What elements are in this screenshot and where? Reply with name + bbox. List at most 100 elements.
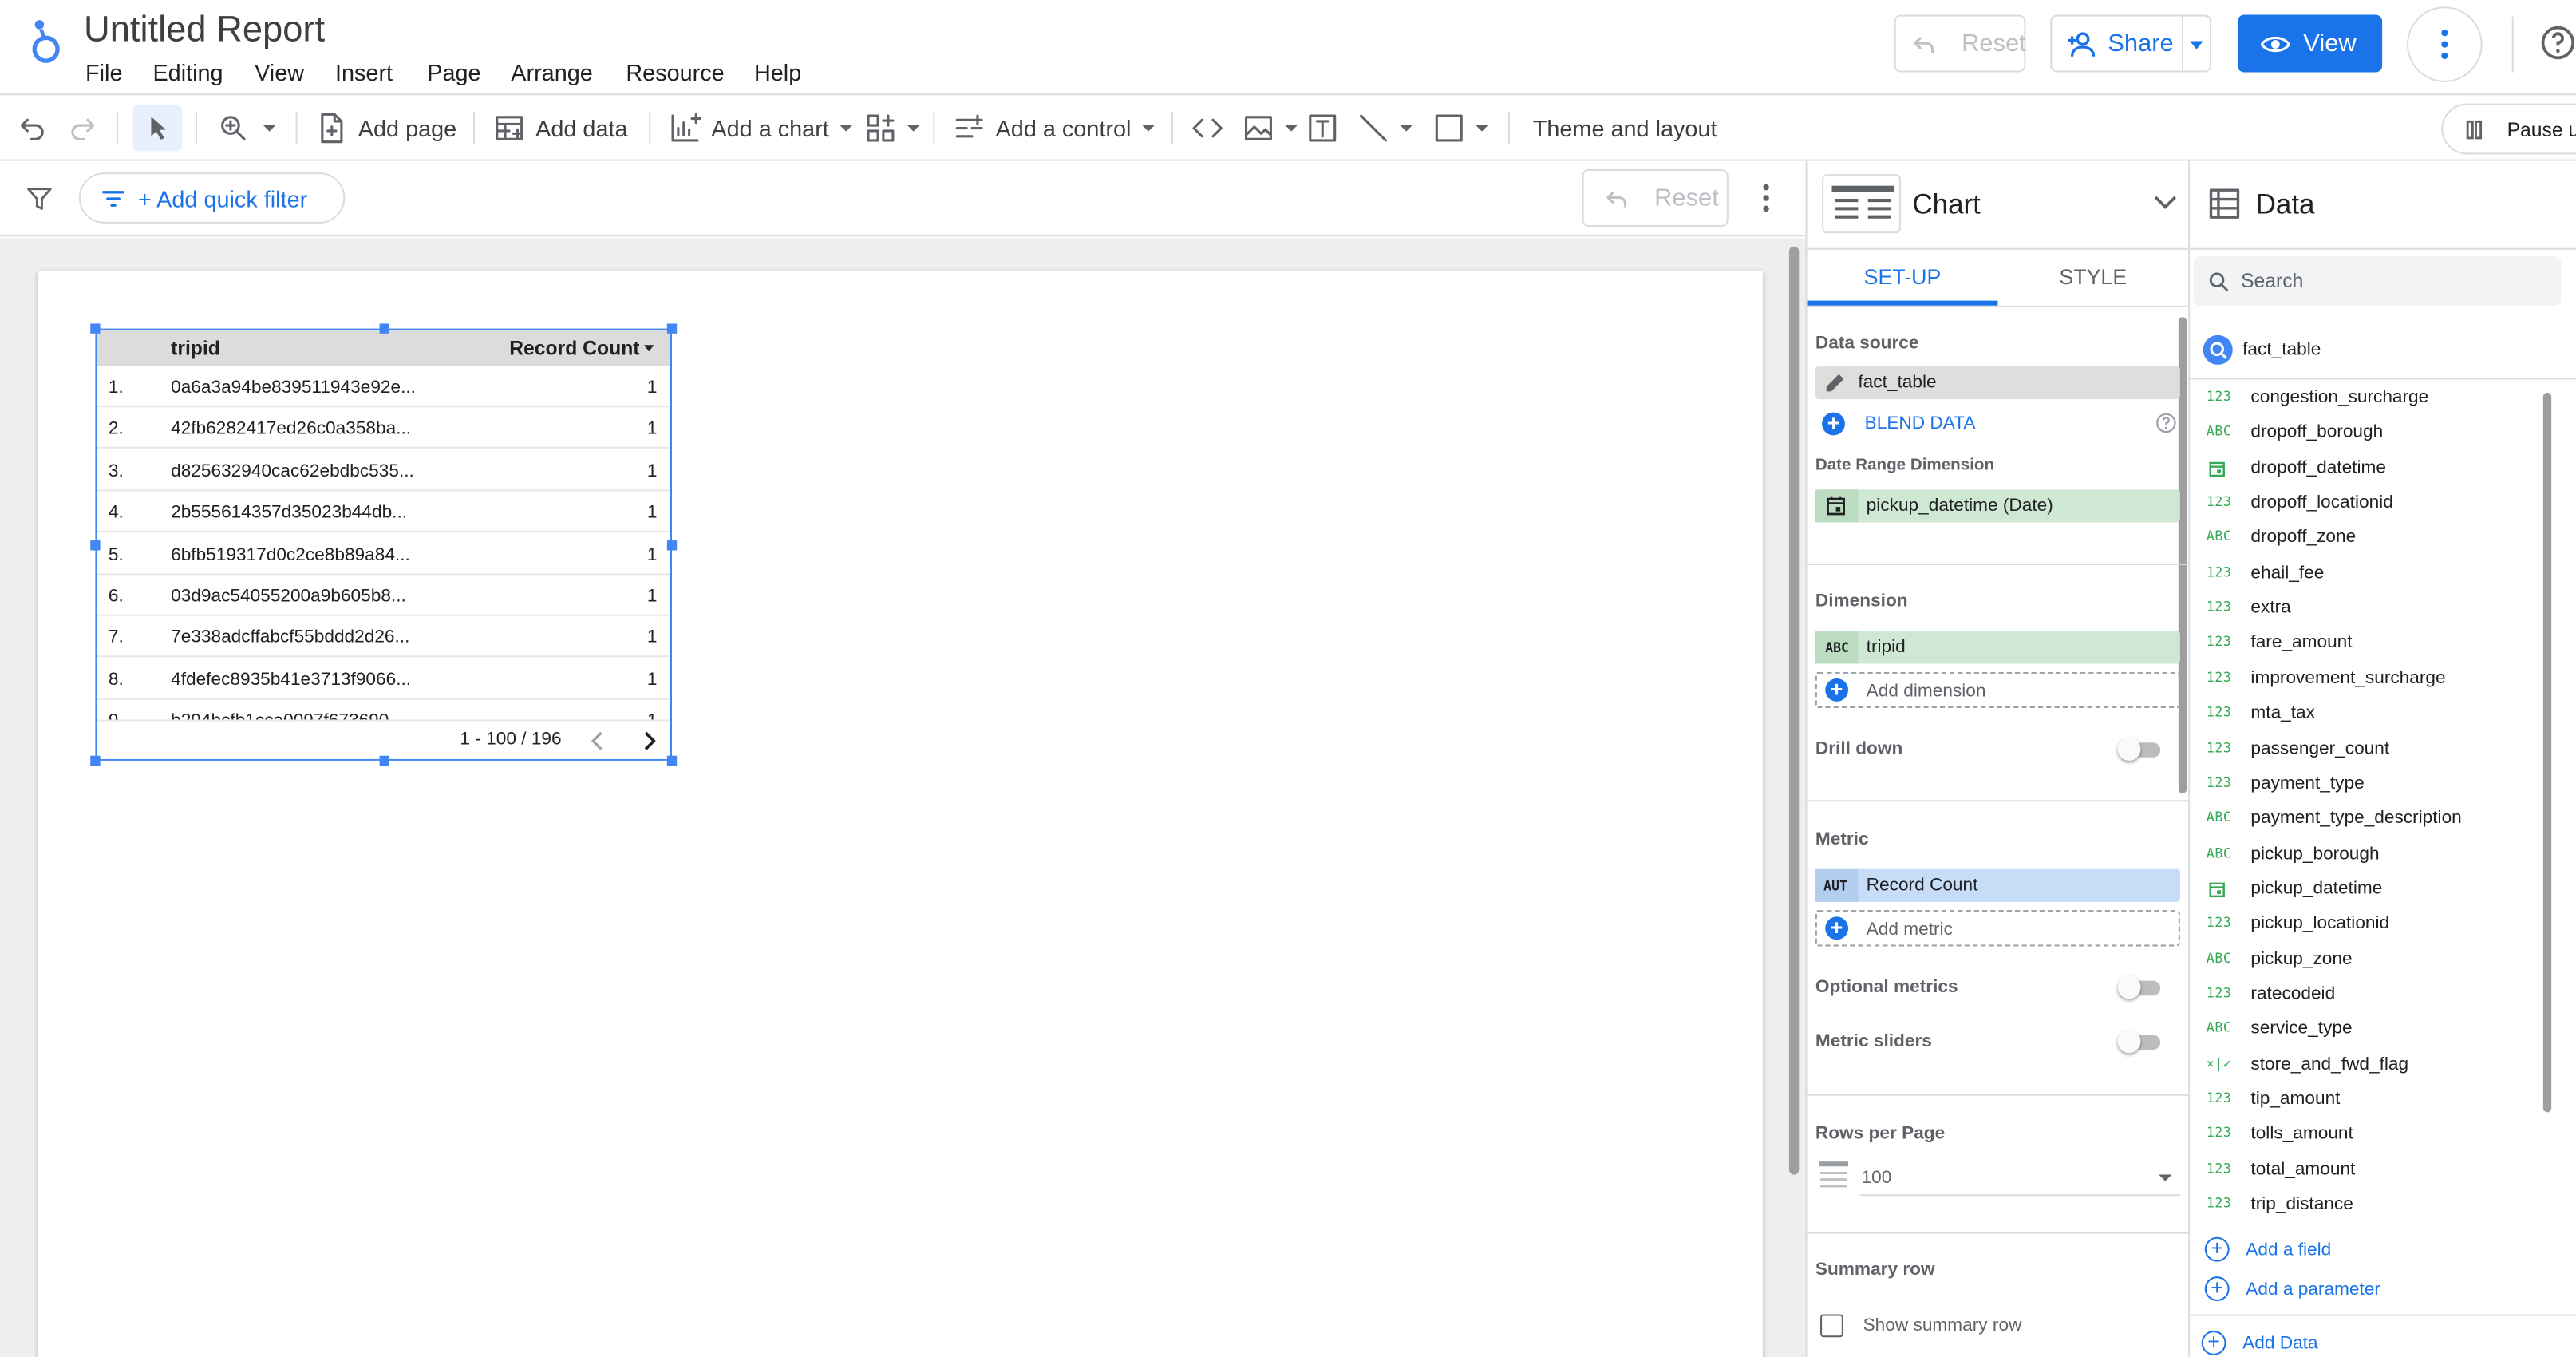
- field-item[interactable]: ABC payment_type_description: [2190, 802, 2568, 837]
- menu-arrange[interactable]: Arrange: [511, 59, 593, 85]
- resize-handle[interactable]: [90, 323, 101, 334]
- table-chart[interactable]: tripid Record Count 1. 0a6a3a94be83951194…: [95, 328, 673, 761]
- add-parameter-button[interactable]: Add a parameter: [2246, 1280, 2380, 1300]
- field-item[interactable]: 123 trip_distance: [2190, 1188, 2568, 1222]
- field-item[interactable]: ABC service_type: [2190, 1012, 2568, 1046]
- edit-pencil-icon[interactable]: [1823, 371, 1847, 394]
- more-options-button[interactable]: [2406, 6, 2483, 82]
- drill-down-toggle[interactable]: [2117, 738, 2161, 761]
- table-row[interactable]: 7. 7e338adcffabcf55bddd2d26... 1: [97, 617, 670, 659]
- resize-handle[interactable]: [666, 323, 678, 334]
- looker-studio-logo[interactable]: [26, 17, 62, 66]
- column-header-record-count[interactable]: Record Count: [509, 337, 639, 360]
- shape-button[interactable]: [1432, 95, 1489, 160]
- field-item[interactable]: 123 congestion_surcharge: [2190, 381, 2568, 415]
- redo-icon[interactable]: [65, 95, 98, 160]
- chart-type-button[interactable]: [1822, 174, 1901, 234]
- table-row[interactable]: 1. 0a6a3a94be839511943e92e... 1: [97, 366, 670, 408]
- reset-button[interactable]: Reset: [1894, 14, 2026, 73]
- add-chart-button[interactable]: Add a chart: [669, 95, 852, 160]
- field-item[interactable]: ABC pickup_zone: [2190, 943, 2568, 977]
- show-summary-row-checkbox[interactable]: [1820, 1314, 1843, 1338]
- table-row[interactable]: 4. 2b555614357d35023b44db... 1: [97, 492, 670, 533]
- field-item[interactable]: pickup_datetime: [2190, 872, 2568, 907]
- add-page-button[interactable]: Add page: [317, 95, 456, 160]
- share-button[interactable]: Share: [2050, 14, 2212, 73]
- embed-url-icon[interactable]: [1189, 95, 1225, 160]
- field-item[interactable]: ABC dropoff_zone: [2190, 521, 2568, 556]
- field-item[interactable]: dropoff_datetime: [2190, 451, 2568, 485]
- add-metric-button[interactable]: + Add metric: [1815, 910, 2180, 947]
- add-field-button[interactable]: Add a field: [2246, 1240, 2331, 1260]
- zoom-button[interactable]: [217, 95, 276, 160]
- resize-handle[interactable]: [379, 323, 389, 334]
- share-dropdown-icon[interactable]: [2190, 41, 2203, 49]
- add-parameter-icon[interactable]: +: [2204, 1276, 2230, 1302]
- add-field-icon[interactable]: +: [2204, 1236, 2230, 1262]
- select-tool-button[interactable]: [132, 105, 183, 152]
- field-item[interactable]: 123 mta_tax: [2190, 697, 2568, 731]
- canvas-scrollbar[interactable]: [1788, 246, 1800, 1175]
- theme-layout-button[interactable]: Theme and layout: [1533, 95, 1717, 160]
- field-item[interactable]: 123 payment_type: [2190, 767, 2568, 801]
- report-title[interactable]: Untitled Report: [84, 8, 325, 51]
- pause-updates-button[interactable]: Pause u: [2441, 103, 2576, 155]
- resize-handle[interactable]: [90, 540, 101, 551]
- menu-help[interactable]: Help: [754, 59, 801, 85]
- table-row[interactable]: 2. 42fb6282417ed26c0a358ba... 1: [97, 408, 670, 449]
- blend-data-button[interactable]: BLEND DATA: [1865, 414, 1976, 434]
- add-dimension-button[interactable]: + Add dimension: [1815, 671, 2180, 709]
- sort-desc-icon[interactable]: [644, 345, 654, 352]
- field-item[interactable]: 123 total_amount: [2190, 1153, 2568, 1187]
- menu-view[interactable]: View: [255, 59, 304, 85]
- field-item[interactable]: 123 improvement_surcharge: [2190, 662, 2568, 696]
- help-icon[interactable]: [2155, 413, 2177, 434]
- add-data-icon[interactable]: +: [2201, 1331, 2226, 1355]
- menu-resource[interactable]: Resource: [626, 59, 724, 85]
- add-component-button[interactable]: [864, 95, 920, 160]
- table-row[interactable]: 6. 03d9ac54055200a9b605b8... 1: [97, 575, 670, 616]
- add-quick-filter-button[interactable]: + Add quick filter: [78, 172, 346, 224]
- resize-handle[interactable]: [90, 755, 101, 766]
- field-item[interactable]: 123 ratecodeid: [2190, 977, 2568, 1011]
- metric-sliders-toggle[interactable]: [2117, 1030, 2161, 1054]
- data-source-chip[interactable]: fact_table: [1815, 366, 2180, 400]
- field-item[interactable]: 123 dropoff_locationid: [2190, 486, 2568, 520]
- view-button[interactable]: View: [2237, 14, 2383, 73]
- field-item[interactable]: 123 tolls_amount: [2190, 1118, 2568, 1152]
- menu-page[interactable]: Page: [427, 59, 480, 85]
- field-item[interactable]: 123 ehail_fee: [2190, 556, 2568, 591]
- field-item[interactable]: ABC dropoff_borough: [2190, 416, 2568, 450]
- field-item[interactable]: ABC pickup_borough: [2190, 837, 2568, 872]
- tab-setup[interactable]: SET-UP: [1808, 250, 1998, 306]
- menu-file[interactable]: File: [85, 59, 122, 85]
- field-item[interactable]: ×|✓ store_and_fwd_flag: [2190, 1047, 2568, 1082]
- field-item[interactable]: 123 passenger_count: [2190, 732, 2568, 766]
- undo-icon[interactable]: [17, 95, 49, 160]
- optional-metrics-toggle[interactable]: [2117, 975, 2161, 999]
- help-icon[interactable]: [2540, 25, 2576, 61]
- rows-per-page-select[interactable]: 100: [1859, 1160, 2180, 1197]
- add-data-button[interactable]: Add Data: [2242, 1334, 2317, 1354]
- more-vert-icon[interactable]: [1763, 184, 1769, 212]
- chevron-down-icon[interactable]: [2154, 196, 2177, 211]
- chevron-left-icon[interactable]: [591, 731, 604, 751]
- add-data-button[interactable]: Add data: [493, 95, 628, 160]
- resize-handle[interactable]: [666, 540, 678, 551]
- resize-handle[interactable]: [666, 755, 678, 766]
- field-item[interactable]: 123 pickup_locationid: [2190, 908, 2568, 942]
- dimension-chip[interactable]: ABC tripid: [1815, 631, 2180, 664]
- table-row[interactable]: 5. 6bfb519317d0c2ce8b89a84... 1: [97, 533, 670, 575]
- table-row[interactable]: 3. d825632940cac62ebdbc535... 1: [97, 450, 670, 491]
- metric-chip[interactable]: AUT Record Count: [1815, 868, 2180, 902]
- add-control-button[interactable]: Add a control: [953, 95, 1155, 160]
- field-list-scrollbar[interactable]: [2542, 392, 2552, 1113]
- filter-icon[interactable]: [25, 184, 54, 214]
- table-row[interactable]: 8. 4fdefec8935b41e3713f9066... 1: [97, 659, 670, 700]
- field-item[interactable]: 123 extra: [2190, 591, 2568, 626]
- tab-style[interactable]: STYLE: [1997, 250, 2188, 306]
- text-box-icon[interactable]: [1306, 95, 1339, 160]
- chevron-right-icon[interactable]: [642, 731, 656, 751]
- resize-handle[interactable]: [379, 755, 389, 766]
- date-range-chip[interactable]: pickup_datetime (Date): [1815, 489, 2180, 523]
